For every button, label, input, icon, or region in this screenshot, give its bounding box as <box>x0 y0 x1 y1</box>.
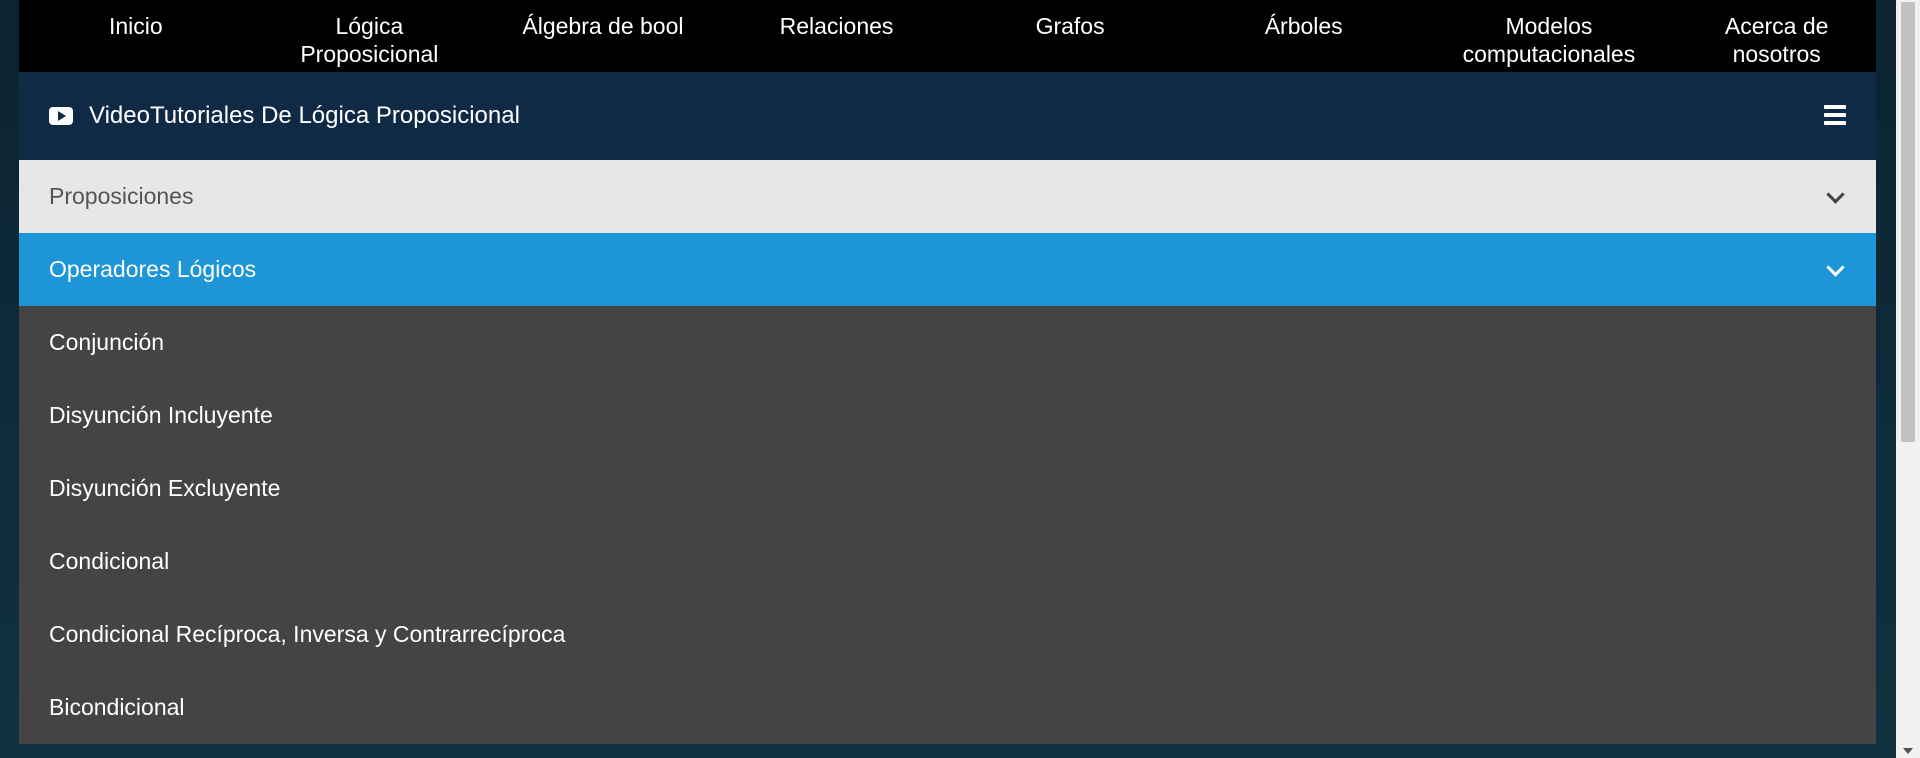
nav-item-algebra-de-bool[interactable]: Álgebra de bool <box>486 0 720 40</box>
video-tutorials-header: VideoTutoriales De Lógica Proposicional <box>19 72 1876 160</box>
top-navigation: Inicio Lógica Proposicional Álgebra de b… <box>19 0 1876 72</box>
list-item-disyuncion-incluyente[interactable]: Disyunción Incluyente <box>19 379 1876 452</box>
list-item-condicional[interactable]: Condicional <box>19 525 1876 598</box>
accordion-section-label: Operadores Lógicos <box>49 256 257 282</box>
nav-item-grafos[interactable]: Grafos <box>953 0 1187 40</box>
nav-item-logica-proposicional[interactable]: Lógica Proposicional <box>253 0 487 68</box>
nav-item-modelos-computacionales[interactable]: Modelos computacionales <box>1420 0 1677 68</box>
accordion-section-label: Proposiciones <box>49 183 194 209</box>
page-frame: Inicio Lógica Proposicional Álgebra de b… <box>19 0 1876 758</box>
accordion-section-operadores-logicos[interactable]: Operadores Lógicos <box>19 233 1876 306</box>
chevron-down-icon <box>1826 258 1845 277</box>
scroll-down-arrow-icon[interactable] <box>1903 748 1913 754</box>
list-item-conjuncion[interactable]: Conjunción <box>19 306 1876 379</box>
nav-item-inicio[interactable]: Inicio <box>19 0 253 40</box>
accordion-section-proposiciones[interactable]: Proposiciones <box>19 160 1876 233</box>
page-title: VideoTutoriales De Lógica Proposicional <box>89 102 520 129</box>
vertical-scrollbar[interactable] <box>1896 0 1920 758</box>
nav-item-arboles[interactable]: Árboles <box>1187 0 1421 40</box>
nav-item-acerca-de-nosotros[interactable]: Acerca de nosotros <box>1677 0 1876 68</box>
nav-item-relaciones[interactable]: Relaciones <box>720 0 954 40</box>
list-item-disyuncion-excluyente[interactable]: Disyunción Excluyente <box>19 452 1876 525</box>
youtube-play-icon <box>49 107 73 125</box>
hamburger-menu-icon[interactable] <box>1824 105 1846 129</box>
scrollbar-thumb[interactable] <box>1901 2 1915 442</box>
operadores-logicos-list: Conjunción Disyunción Incluyente Disyunc… <box>19 306 1876 744</box>
list-item-bicondicional[interactable]: Bicondicional <box>19 671 1876 744</box>
chevron-down-icon <box>1826 185 1845 204</box>
list-item-condicional-reciproca[interactable]: Condicional Recíproca, Inversa y Contrar… <box>19 598 1876 671</box>
